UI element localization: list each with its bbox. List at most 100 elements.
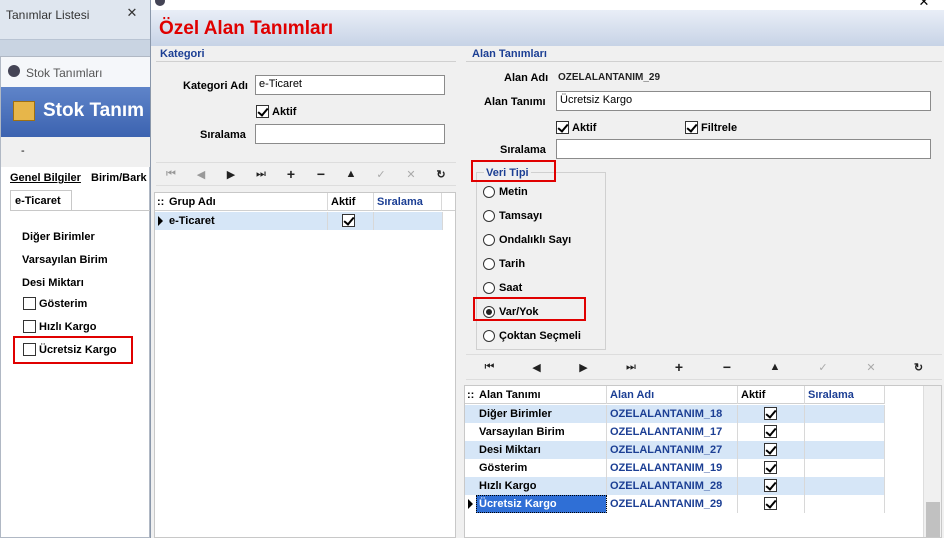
aktif-checkbox[interactable] [764,497,777,510]
alan-order-input[interactable] [556,139,931,159]
prev-icon[interactable]: ◀ [513,361,560,374]
refresh-icon[interactable]: ↻ [895,361,942,374]
field-name-value: OZELALANTANIM_29 [558,72,661,83]
confirm-icon[interactable]: ✓ [366,168,396,181]
label-hizli-kargo: Hızlı Kargo [39,321,97,333]
kategori-order-input[interactable] [255,124,445,144]
subtab-e-ticaret[interactable]: e-Ticaret [10,190,72,210]
tab-genel-bilgiler[interactable]: Genel Bilgiler [10,172,81,184]
kategori-name-input[interactable]: e-Ticaret [255,75,445,95]
kategori-navigator: ⏮ ◀ ▶ ⏭ + − ▲ ✓ ✕ ↻ [156,162,456,186]
alan-adi-cell: OZELALANTANIM_18 [607,405,738,423]
move-up-icon[interactable]: ▲ [336,168,366,180]
table-row[interactable]: Desi Miktarı OZELALANTANIM_27 [465,441,885,459]
dialog-window: ✕ Özel Alan Tanımları Kategori Kategori … [150,0,944,538]
col-siralama[interactable]: Sıralama [374,193,442,211]
aktif-checkbox[interactable] [764,407,777,420]
siralama-cell [805,477,885,495]
table-row[interactable]: e-Ticaret [155,212,443,230]
confirm-icon[interactable]: ✓ [799,361,847,374]
table-row[interactable]: Gösterim OZELALANTANIM_19 [465,459,885,477]
field-desc-input[interactable]: Ücretsiz Kargo [556,91,931,111]
col-grup-adi[interactable]: Grup Adı [166,193,328,211]
background-list-window: Tanımlar Listesi ✕ [0,0,150,40]
row-indicator-icon [468,499,473,509]
kategori-panel: Kategori Kategori Adı e-Ticaret Aktif Sı… [151,46,457,538]
alan-tanimi-cell: Desi Miktarı [476,441,607,459]
col-alan-adi[interactable]: Alan Adı [607,386,738,404]
checkbox-hizli-kargo[interactable] [23,320,36,333]
kategori-active-checkbox[interactable] [256,105,269,118]
next-icon[interactable]: ▶ [560,361,607,374]
stok-header-icon [13,101,35,121]
delete-icon[interactable]: − [306,166,336,182]
highlight-ucretsiz-kargo [13,336,133,364]
move-up-icon[interactable]: ▲ [751,361,799,373]
radio-ondalikli-label: Ondalıklı Sayı [499,234,572,246]
radio-tarih[interactable] [483,258,495,270]
col-alan-tanimi[interactable]: Alan Tanımı [476,386,607,404]
dialog-header: Özel Alan Tanımları [151,10,944,46]
aktif-checkbox[interactable] [764,479,777,492]
kategori-grid: :: Grup Adı Aktif Sıralama e-Ticaret [154,192,456,538]
scrollbar-thumb[interactable] [926,502,940,537]
highlight-var-yok [473,297,586,321]
first-icon[interactable]: ⏮ [466,361,513,374]
cancel-icon[interactable]: ✕ [396,168,426,181]
filter-checkbox[interactable] [685,121,698,134]
alan-adi-cell: OZELALANTANIM_27 [607,441,738,459]
first-icon[interactable]: ⏮ [156,168,186,181]
app-icon [155,0,165,6]
close-icon[interactable]: ✕ [122,4,142,22]
subtab-label: e-Ticaret [15,195,61,207]
radio-ondalikli[interactable] [483,234,495,246]
aktif-checkbox[interactable] [764,443,777,456]
radio-tamsayi[interactable] [483,210,495,222]
kategori-name-label: Kategori Adı [183,80,248,92]
checkbox-gosterim[interactable] [23,297,36,310]
alan-active-checkbox[interactable] [556,121,569,134]
label-diger-birimler: Diğer Birimler [22,231,95,243]
aktif-checkbox[interactable] [764,425,777,438]
col-aktif[interactable]: Aktif [328,193,374,211]
alan-adi-cell: OZELALANTANIM_17 [607,423,738,441]
filter-label: Filtrele [701,122,738,134]
label-varsayilan-birim: Varsayılan Birim [22,254,108,266]
alan-order-label: Sıralama [500,144,546,156]
last-icon[interactable]: ⏭ [246,168,276,181]
vertical-scrollbar[interactable] [923,386,941,537]
cancel-icon[interactable]: ✕ [847,361,895,374]
alan-adi-cell: OZELALANTANIM_29 [607,495,738,513]
alan-tanimi-cell: Ücretsiz Kargo [476,495,607,513]
next-icon[interactable]: ▶ [216,168,246,181]
aktif-checkbox[interactable] [342,214,355,227]
delete-icon[interactable]: − [703,359,751,375]
close-icon[interactable]: ✕ [909,0,939,10]
table-row[interactable]: Ücretsiz Kargo OZELALANTANIM_29 [465,495,885,513]
table-row[interactable]: Diğer Birimler OZELALANTANIM_18 [465,405,885,423]
refresh-icon[interactable]: ↻ [426,168,456,181]
col-siralama[interactable]: Sıralama [805,386,885,404]
add-icon[interactable]: + [276,166,306,182]
prev-icon[interactable]: ◀ [186,168,216,181]
radio-metin[interactable] [483,186,495,198]
alan-header: Alan Tanımları [472,48,547,60]
label-desi-miktari: Desi Miktarı [22,277,84,289]
alan-navigator: ⏮ ◀ ▶ ⏭ + − ▲ ✓ ✕ ↻ [466,354,942,380]
last-icon[interactable]: ⏭ [607,361,655,374]
alan-tanimi-cell: Varsayılan Birim [476,423,607,441]
minimize-icon[interactable] [863,0,893,10]
list-tab-label[interactable]: Tanımlar Listesi [6,8,89,22]
table-row[interactable]: Hızlı Kargo OZELALANTANIM_28 [465,477,885,495]
col-aktif[interactable]: Aktif [738,386,805,404]
field-name-label: Alan Adı [504,72,549,84]
stok-toolbar: - [1,137,151,167]
add-icon[interactable]: + [655,359,703,375]
table-row[interactable]: Varsayılan Birim OZELALANTANIM_17 [465,423,885,441]
radio-saat-label: Saat [499,282,523,294]
aktif-checkbox[interactable] [764,461,777,474]
tab-birim-barkod[interactable]: Birim/Bark [91,172,147,184]
kategori-header: Kategori [160,48,205,60]
radio-saat[interactable] [483,282,495,294]
radio-coktan-secmeli[interactable] [483,330,495,342]
